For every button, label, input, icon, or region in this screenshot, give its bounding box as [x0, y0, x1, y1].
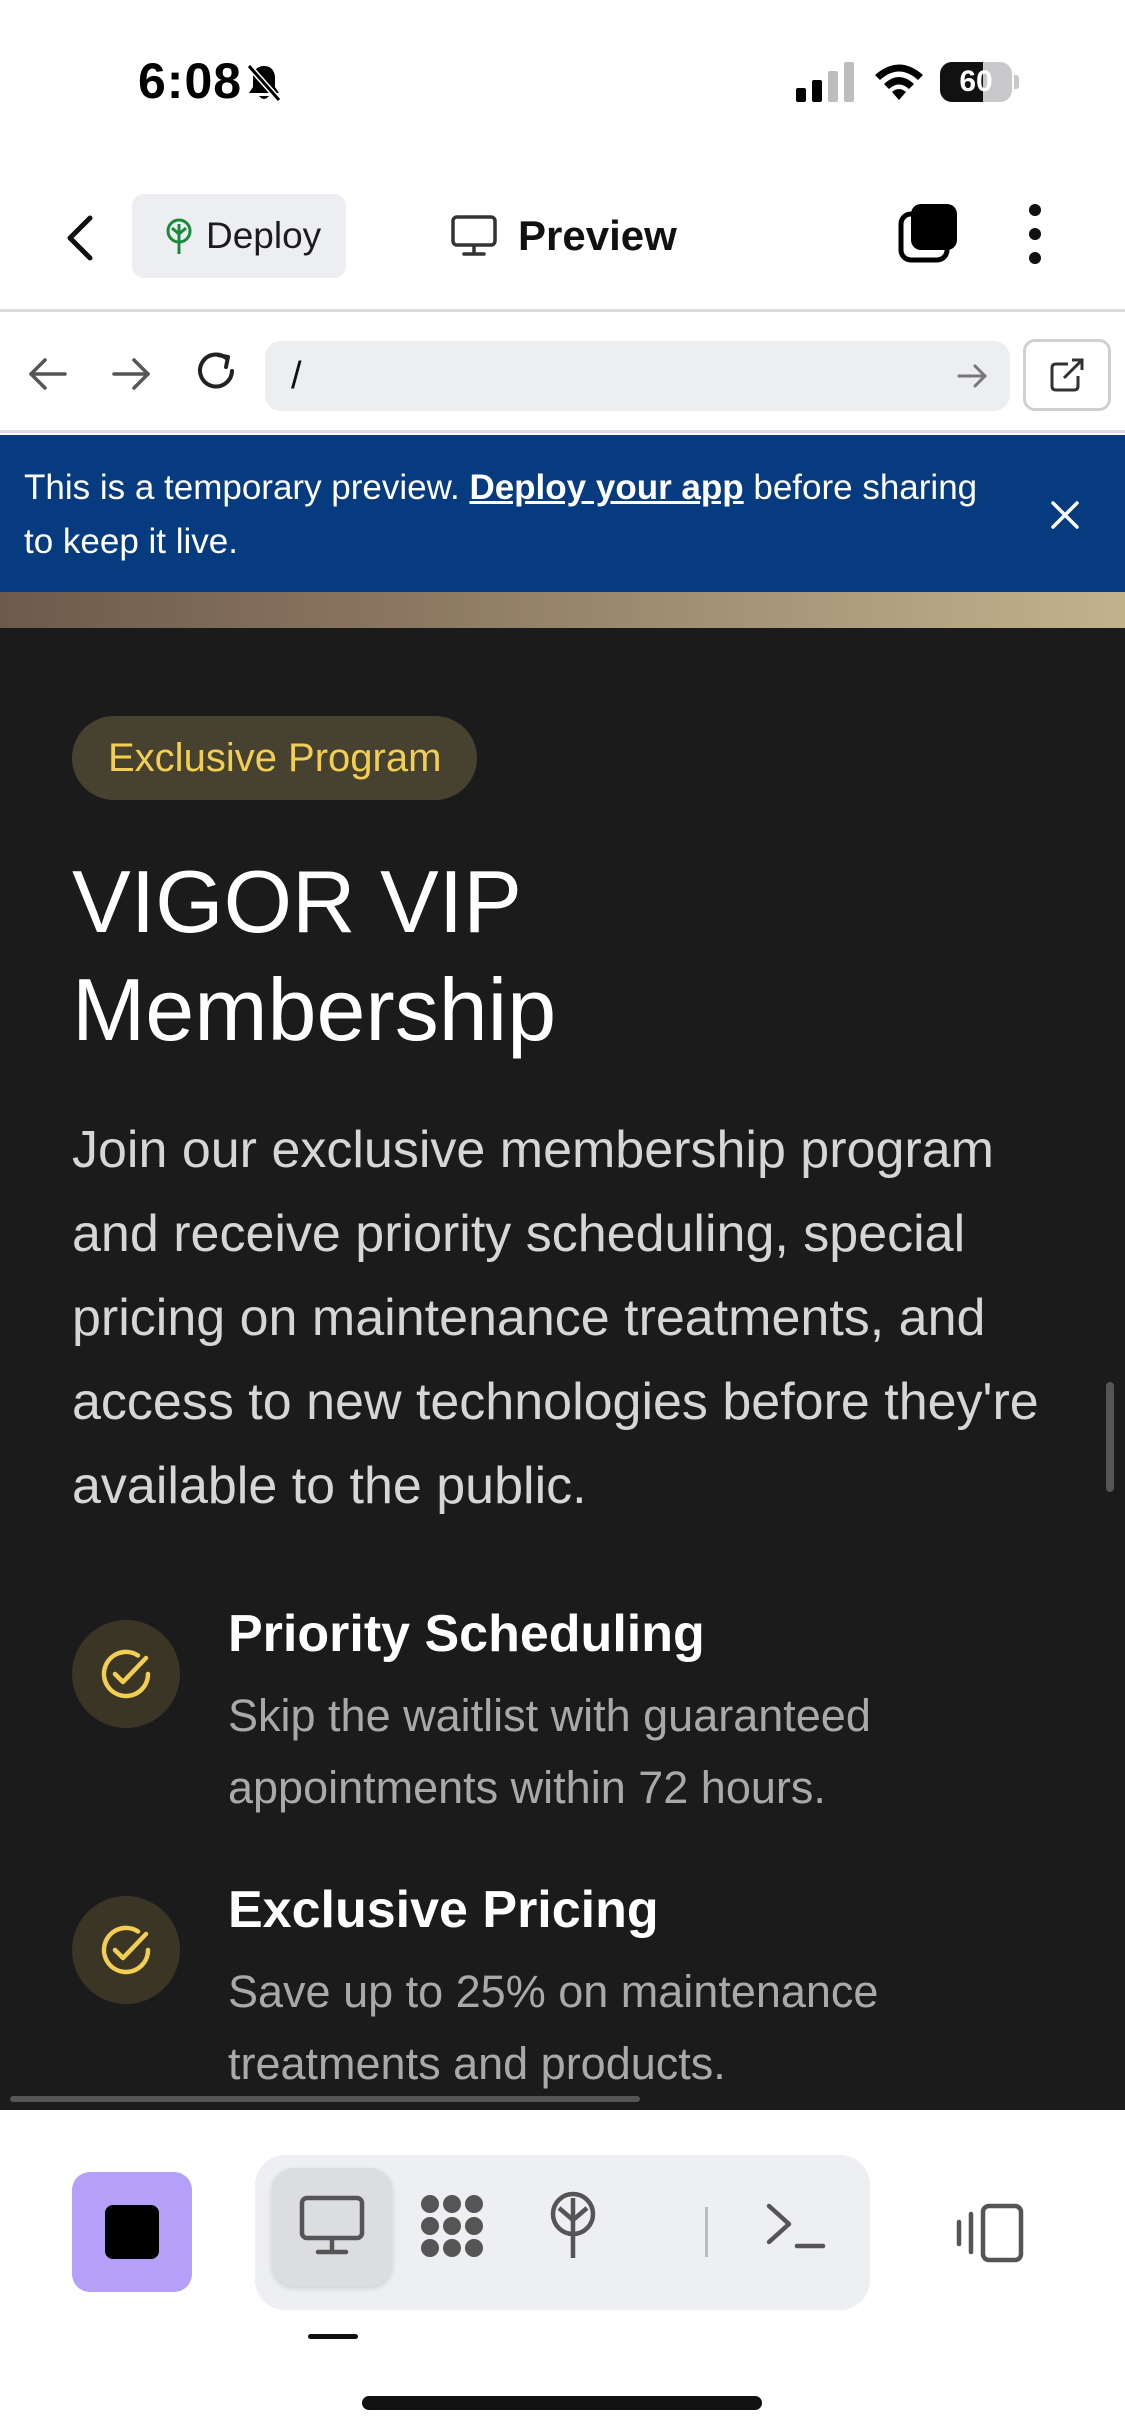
more-vertical-icon[interactable]: [1020, 202, 1050, 271]
banner-text-before: This is a temporary preview.: [24, 468, 470, 507]
workflows-button[interactable]: [392, 2168, 512, 2286]
membership-description: Join our exclusive membership program an…: [72, 1121, 1039, 1515]
feature-title: Priority Scheduling: [228, 1605, 705, 1663]
monitor-icon: [299, 2195, 365, 2255]
open-in-new-tab-button[interactable]: [1023, 339, 1111, 411]
shell-button[interactable]: [735, 2168, 855, 2286]
battery-indicator: 60: [940, 62, 1020, 102]
check-circle-icon: [72, 1896, 180, 2004]
vertical-scrollbar[interactable]: [1106, 1382, 1114, 1492]
chevron-left-icon: [67, 215, 93, 261]
toolbar-divider: [705, 2207, 708, 2257]
stop-button[interactable]: [72, 2172, 192, 2292]
feature-description: Skip the waitlist with guaranteed appoin…: [228, 1690, 871, 1813]
bottom-toolbar: [0, 2110, 1125, 2436]
exclusive-program-pill: Exclusive Program: [72, 716, 478, 800]
view-switcher: [255, 2155, 870, 2310]
battery-percent: 60: [959, 65, 993, 98]
close-icon: [1051, 501, 1079, 529]
close-banner-button[interactable]: [1045, 495, 1085, 535]
terminal-icon: [766, 2203, 826, 2249]
external-link-icon: [1050, 358, 1084, 392]
status-bar: 6:08 60: [0, 0, 1125, 150]
temporary-preview-banner: This is a temporary preview. Deploy your…: [0, 435, 1125, 592]
deploy-tree-icon: [550, 2191, 596, 2258]
preview-view-button[interactable]: [272, 2168, 392, 2286]
banner-message: This is a temporary preview. Deploy your…: [24, 461, 984, 569]
arrow-left-icon[interactable]: [25, 351, 71, 402]
reload-icon[interactable]: [190, 345, 242, 402]
deploy-tree-icon: [162, 218, 196, 261]
preview-label: Preview: [518, 212, 677, 259]
page-title: VIGOR VIP Membership: [72, 848, 1072, 1064]
deploy-your-app-link[interactable]: Deploy your app: [469, 468, 743, 507]
cellular-signal-icon: [796, 62, 856, 107]
tabs-icon[interactable]: [897, 202, 959, 269]
browser-url-bar: [0, 315, 1125, 433]
go-arrow-icon[interactable]: [955, 359, 989, 398]
monitor-icon: [450, 214, 498, 263]
hero-gold-strip: [0, 592, 1125, 628]
deploy-label: Deploy: [206, 215, 322, 256]
status-time: 6:08: [138, 53, 243, 109]
deployments-button[interactable]: [513, 2168, 633, 2286]
wifi-icon: [872, 60, 926, 107]
feature-title: Exclusive Pricing: [228, 1881, 659, 1939]
active-tab-indicator: [308, 2334, 358, 2339]
check-circle-icon: [72, 1620, 180, 1728]
title-line-1: VIGOR VIP: [72, 852, 522, 951]
title-line-2: Membership: [72, 960, 557, 1059]
vip-membership-section: Exclusive Program VIGOR VIP Membership Jo…: [0, 628, 1125, 2110]
bell-muted-icon: [245, 62, 283, 109]
arrow-right-icon[interactable]: [108, 351, 154, 402]
panel-toggle-icon[interactable]: [955, 2202, 1027, 2269]
stop-icon: [105, 2205, 159, 2259]
home-indicator: [362, 2396, 762, 2410]
feature-description: Save up to 25% on maintenance treatments…: [228, 1966, 879, 2089]
horizontal-scrollbar[interactable]: [10, 2096, 640, 2102]
app-header: Deploy Preview: [0, 150, 1125, 312]
deploy-button[interactable]: Deploy: [132, 194, 346, 278]
back-button[interactable]: [60, 208, 110, 268]
workflow-icon: [421, 2195, 483, 2257]
url-input[interactable]: [265, 341, 1010, 411]
